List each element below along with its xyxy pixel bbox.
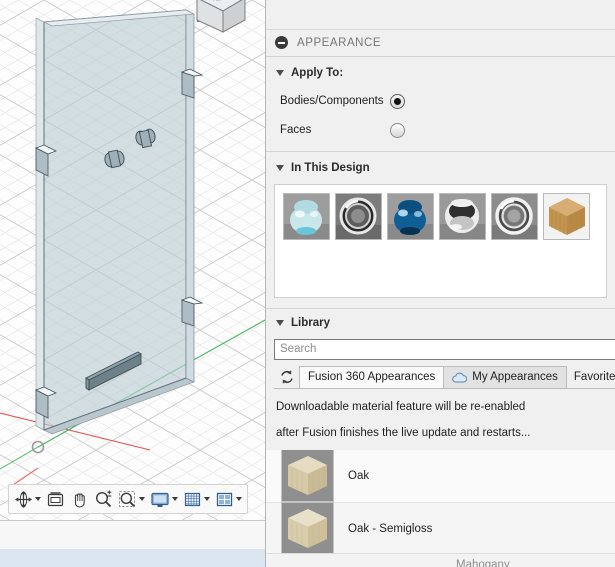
navigation-toolbar[interactable] bbox=[8, 484, 248, 514]
glass-panel-model[interactable] bbox=[0, 0, 265, 567]
oak-swatch[interactable] bbox=[543, 193, 590, 241]
apply-to-bodies-radio[interactable] bbox=[390, 93, 405, 109]
display-settings-dropdown-caret[interactable] bbox=[172, 497, 178, 501]
chevron-down-icon bbox=[276, 69, 284, 76]
apply-to-bodies-row[interactable]: Bodies/Components bbox=[266, 87, 615, 116]
in-this-design-label: In This Design bbox=[291, 162, 370, 175]
orbit-button[interactable] bbox=[12, 486, 43, 512]
oak-cube-thumb bbox=[281, 449, 334, 503]
apply-to-label: Apply To: bbox=[291, 66, 344, 79]
apply-to-faces-label: Faces bbox=[280, 124, 312, 137]
look-at-icon bbox=[47, 491, 64, 506]
cutoff-list-item[interactable]: Mahogany bbox=[266, 553, 615, 567]
zoom-magnifier-icon bbox=[95, 489, 112, 507]
tab-my-appearances-label: My Appearances bbox=[472, 371, 558, 384]
refresh-button[interactable] bbox=[274, 366, 299, 388]
viewport-layout-icon bbox=[216, 492, 233, 506]
page-title: APPEARANCE bbox=[297, 36, 382, 49]
apply-to-faces-radio[interactable] bbox=[390, 122, 405, 138]
apply-to-section-header[interactable]: Apply To: bbox=[266, 57, 615, 87]
library-label: Library bbox=[291, 316, 330, 329]
glass-light-swatch[interactable] bbox=[283, 193, 330, 241]
tab-fusion-360-appearances-label: Fusion 360 Appearances bbox=[308, 371, 436, 384]
oak-cube-icon bbox=[282, 503, 333, 554]
panel-header: APPEARANCE bbox=[266, 29, 615, 57]
steel-satin-preview bbox=[492, 194, 537, 240]
chevron-down-icon bbox=[276, 165, 284, 172]
tab-fusion-360-appearances[interactable]: Fusion 360 Appearances bbox=[299, 365, 445, 388]
display-settings-icon bbox=[151, 492, 169, 507]
chrome-polished-swatch[interactable] bbox=[439, 193, 486, 241]
chevron-down-icon bbox=[276, 319, 284, 326]
pan-hand-icon bbox=[74, 492, 85, 508]
orbit-icon bbox=[15, 490, 32, 508]
grid-snap-button[interactable] bbox=[181, 486, 212, 512]
chrome-polished-preview bbox=[440, 194, 485, 240]
viewport-layout-dropdown-caret[interactable] bbox=[236, 497, 242, 501]
fusion-appearance-window: TOP APPEARANCE Apply To: Bodies/Componen… bbox=[0, 0, 615, 567]
tab-my-appearances[interactable]: My Appearances bbox=[443, 365, 567, 388]
appearance-panel: APPEARANCE Apply To: Bodies/Components F… bbox=[265, 0, 615, 567]
list-item[interactable]: Oak - Semigloss bbox=[266, 502, 615, 554]
apply-to-faces-row[interactable]: Faces bbox=[266, 116, 615, 145]
material-name: Oak bbox=[348, 469, 370, 482]
grid-snap-icon bbox=[184, 492, 201, 506]
fit-button[interactable] bbox=[116, 486, 147, 512]
material-name: Oak - Semigloss bbox=[348, 522, 433, 535]
fit-dropdown-caret[interactable] bbox=[139, 497, 145, 501]
oak-cube-icon bbox=[282, 450, 333, 502]
refresh-icon bbox=[280, 370, 293, 384]
notice-line-2: after Fusion finishes the live update an… bbox=[276, 426, 531, 439]
look-at-button[interactable] bbox=[44, 486, 67, 512]
steel-satin-swatch[interactable] bbox=[491, 193, 538, 241]
oak-preview bbox=[544, 194, 589, 240]
tab-favorites-label: Favorites bbox=[573, 370, 615, 383]
orbit-dropdown-caret[interactable] bbox=[35, 497, 41, 501]
cutoff-material-name: Mahogany bbox=[456, 559, 510, 567]
grid-snap-dropdown-caret[interactable] bbox=[204, 497, 210, 501]
chrome-dark-swatch[interactable] bbox=[335, 193, 382, 241]
zoom-button[interactable] bbox=[92, 486, 115, 512]
cloud-icon bbox=[452, 372, 468, 383]
svg-text:TOP: TOP bbox=[212, 0, 224, 3]
y-axis-neg bbox=[0, 446, 39, 470]
library-search-wrapper bbox=[266, 337, 615, 360]
zoom-window-icon bbox=[119, 490, 135, 507]
pan-button[interactable] bbox=[68, 486, 91, 512]
3d-viewport[interactable]: TOP bbox=[0, 0, 265, 567]
viewport-bottom-strip bbox=[0, 520, 265, 567]
panel-top-gap bbox=[266, 0, 615, 29]
list-item[interactable]: Oak bbox=[266, 449, 615, 503]
viewport-layout-button[interactable] bbox=[213, 486, 244, 512]
glass-blue-swatch[interactable] bbox=[387, 193, 434, 241]
oak-cube-thumb bbox=[281, 502, 334, 554]
tab-favorites[interactable]: Favorites bbox=[566, 366, 615, 388]
apply-to-bodies-label: Bodies/Components bbox=[280, 95, 384, 108]
chrome-dark-preview bbox=[336, 194, 381, 240]
timeline-band bbox=[0, 549, 265, 567]
display-settings-button[interactable] bbox=[148, 486, 180, 512]
glass-light-preview bbox=[284, 194, 329, 240]
in-this-design-swatch-grid bbox=[274, 184, 607, 298]
notice-line-1: Downloadable material feature will be re… bbox=[276, 400, 526, 413]
library-section-header[interactable]: Library bbox=[266, 309, 615, 337]
glass-blue-preview bbox=[388, 194, 433, 240]
search-input[interactable] bbox=[274, 338, 615, 360]
collapse-minus-icon[interactable] bbox=[275, 36, 288, 50]
library-tabbar[interactable]: Fusion 360 Appearances My Appearances Fa… bbox=[274, 365, 615, 389]
material-list[interactable]: Oak Oak - Semigloss bbox=[266, 449, 615, 554]
in-this-design-section-header[interactable]: In This Design bbox=[266, 152, 615, 182]
view-cube[interactable]: TOP bbox=[161, 0, 257, 34]
